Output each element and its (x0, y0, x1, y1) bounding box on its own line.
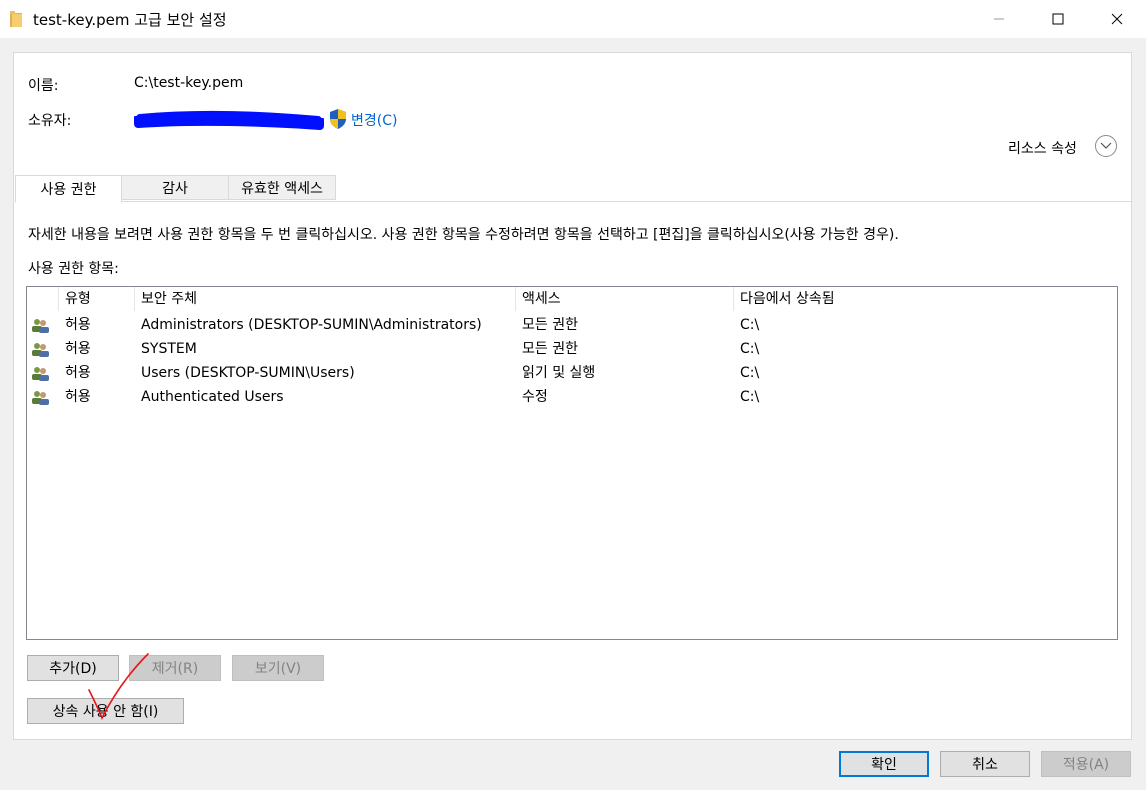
minimize-button[interactable] (976, 0, 1022, 38)
instructions-text: 자세한 내용을 보려면 사용 권한 항목을 두 번 클릭하십시오. 사용 권한 … (28, 227, 899, 243)
cell-type: 허용 (65, 389, 91, 405)
permission-entries-label: 사용 권한 항목: (28, 261, 119, 277)
close-icon (1111, 13, 1123, 25)
window-title: test-key.pem 고급 보안 설정 (33, 11, 227, 29)
table-row[interactable]: 허용 Administrators (DESKTOP-SUMIN\Adminis… (27, 313, 1117, 337)
cell-inherited-from: C:\ (740, 389, 760, 405)
cell-access: 읽기 및 실행 (522, 365, 596, 381)
maximize-button[interactable] (1035, 0, 1081, 38)
view-button[interactable]: 보기(V) (232, 655, 324, 681)
cell-principal: Administrators (DESKTOP-SUMIN\Administra… (141, 317, 482, 333)
cell-access: 수정 (522, 389, 548, 405)
users-icon (32, 391, 49, 405)
cell-type: 허용 (65, 365, 91, 381)
cell-inherited-from: C:\ (740, 317, 760, 333)
cell-inherited-from: C:\ (740, 365, 760, 381)
tab-effective-access[interactable]: 유효한 액세스 (228, 175, 336, 200)
table-row[interactable]: 허용 SYSTEM 모든 권한 C:\ (27, 337, 1117, 361)
minimize-icon (994, 18, 1004, 20)
cell-type: 허용 (65, 317, 91, 333)
permission-entries-list[interactable]: 유형 보안 주체 액세스 다음에서 상속됨 허용 Administrators … (26, 286, 1118, 640)
close-button[interactable] (1094, 0, 1140, 38)
add-button[interactable]: 추가(D) (27, 655, 119, 681)
uac-shield-icon (330, 109, 346, 129)
maximize-icon (1052, 13, 1064, 25)
cell-access: 모든 권한 (522, 341, 578, 357)
users-icon (32, 319, 49, 333)
apply-button[interactable]: 적용(A) (1041, 751, 1131, 777)
table-row[interactable]: 허용 Users (DESKTOP-SUMIN\Users) 읽기 및 실행 C… (27, 361, 1117, 385)
title-bar: test-key.pem 고급 보안 설정 (0, 0, 1146, 38)
users-icon (32, 343, 49, 357)
remove-button[interactable]: 제거(R) (129, 655, 221, 681)
name-value: C:\test-key.pem (134, 75, 244, 91)
tab-divider (15, 201, 1131, 202)
column-icon[interactable] (27, 287, 59, 311)
name-label: 이름: (28, 78, 59, 94)
cell-principal: Authenticated Users (141, 389, 284, 405)
folder-icon (10, 11, 22, 27)
owner-change-link[interactable]: 변경(C) (351, 110, 397, 130)
ok-button[interactable]: 확인 (839, 751, 929, 777)
chevron-down-icon (1100, 142, 1112, 149)
users-icon (32, 367, 49, 381)
resource-properties-expand-button[interactable] (1095, 135, 1117, 157)
column-type[interactable]: 유형 (59, 287, 135, 311)
cancel-button[interactable]: 취소 (940, 751, 1030, 777)
column-principal[interactable]: 보안 주체 (135, 287, 516, 311)
tab-permissions[interactable]: 사용 권한 (15, 175, 122, 203)
disable-inheritance-button[interactable]: 상속 사용 안 함(I) (27, 698, 184, 724)
resource-properties-label: 리소스 속성 (1008, 141, 1077, 157)
cell-type: 허용 (65, 341, 91, 357)
table-row[interactable]: 허용 Authenticated Users 수정 C:\ (27, 385, 1117, 409)
cell-principal: SYSTEM (141, 341, 197, 357)
tab-auditing[interactable]: 감사 (121, 175, 229, 200)
column-inherited-from[interactable]: 다음에서 상속됨 (734, 287, 1117, 311)
cell-access: 모든 권한 (522, 317, 578, 333)
main-panel: 이름: C:\test-key.pem 소유자: 변경(C) 리소스 속성 사용… (13, 52, 1132, 740)
owner-redaction-scribble (134, 110, 324, 130)
column-access[interactable]: 액세스 (516, 287, 734, 311)
cell-inherited-from: C:\ (740, 341, 760, 357)
owner-label: 소유자: (28, 113, 72, 129)
cell-principal: Users (DESKTOP-SUMIN\Users) (141, 365, 355, 381)
security-settings-window: test-key.pem 고급 보안 설정 이름: C:\test-key.pe… (0, 0, 1146, 790)
list-header: 유형 보안 주체 액세스 다음에서 상속됨 (27, 287, 1117, 311)
